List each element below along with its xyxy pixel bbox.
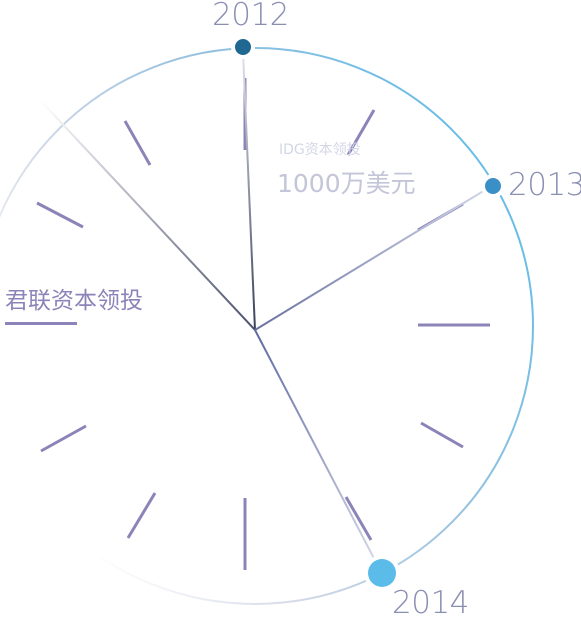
year-label-2013: 2013 (508, 167, 581, 203)
year-dot-2014[interactable] (368, 559, 396, 587)
year-dot-2012[interactable] (235, 39, 251, 55)
hand-2013 (254, 186, 491, 331)
tick-5 (344, 496, 373, 541)
tick-4 (420, 421, 464, 449)
hand-2014 (254, 329, 381, 571)
tick-11 (123, 120, 152, 166)
year-dot-2013[interactable] (485, 178, 501, 194)
hand-2012 (242, 51, 256, 331)
tick-10 (36, 201, 84, 229)
year-label-2014: 2014 (392, 585, 469, 621)
tick-8 (40, 424, 87, 453)
junlian-label-underline (5, 322, 77, 325)
idg-investor-label: IDG资本领投 (279, 142, 361, 158)
investment-timeline-dial: 2012 2013 2014 IDG资本领投 1000万美元 君联资本领投 (0, 0, 581, 621)
tick-7 (126, 492, 157, 539)
idg-investment-amount: 1000万美元 (277, 169, 416, 198)
year-label-2012: 2012 (212, 0, 289, 33)
junlian-investor-label: 君联资本领投 (5, 288, 143, 314)
